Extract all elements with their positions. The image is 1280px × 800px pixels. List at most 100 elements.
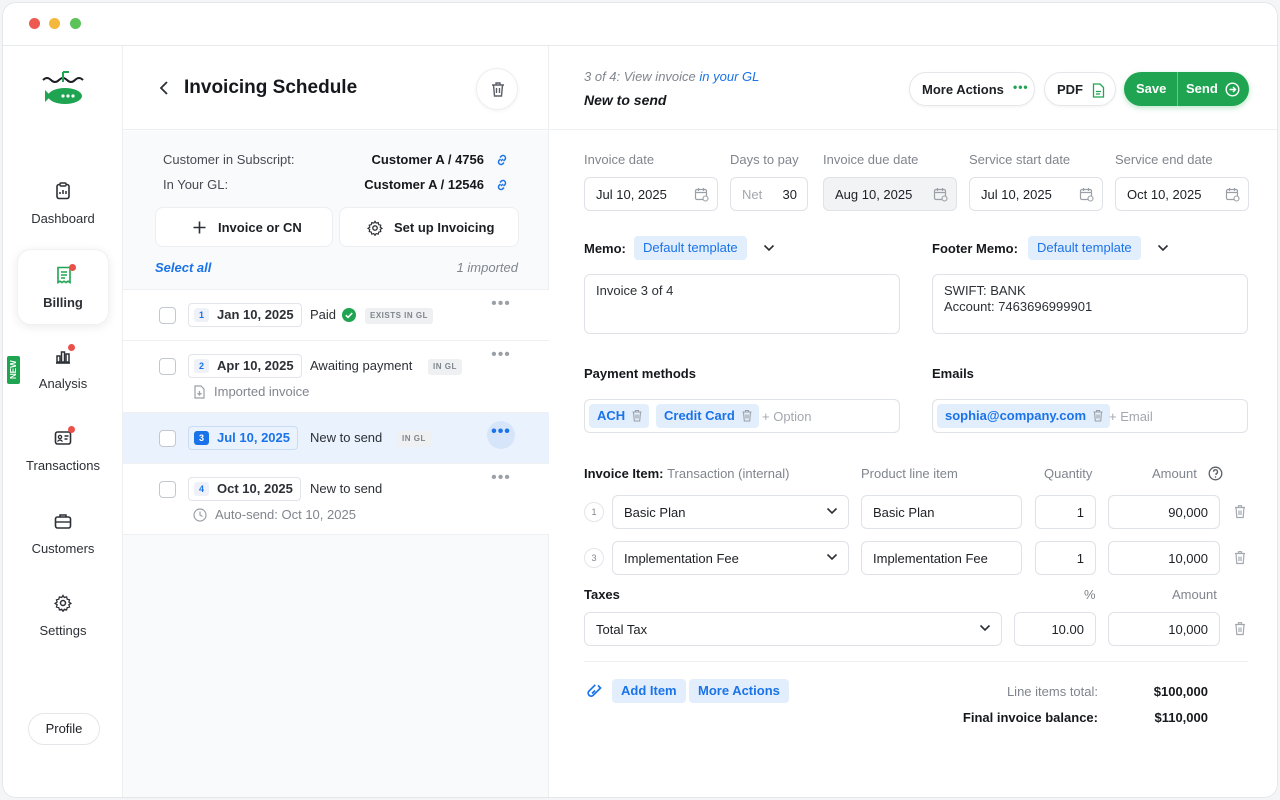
row-more-button[interactable]: ••• bbox=[487, 347, 515, 375]
invoice-date-chip: 1 Jan 10, 2025 bbox=[188, 303, 302, 327]
imported-count: 1 imported bbox=[456, 260, 518, 275]
close-window-button[interactable] bbox=[29, 18, 40, 29]
more-actions-label: More Actions bbox=[922, 82, 1004, 97]
row-checkbox[interactable] bbox=[159, 430, 176, 447]
memo-textarea[interactable]: Invoice 3 of 4 bbox=[584, 274, 900, 334]
emails-field[interactable]: sophia@company.com + Email bbox=[932, 399, 1248, 433]
sidebar-item-transactions[interactable]: Transactions bbox=[17, 413, 109, 489]
chevron-left-icon[interactable] bbox=[159, 80, 169, 96]
amount-input[interactable]: 10,000 bbox=[1108, 541, 1220, 575]
chevron-down-icon[interactable] bbox=[1157, 244, 1169, 252]
email-tag: sophia@company.com bbox=[937, 404, 1111, 428]
add-invoice-label: Invoice or CN bbox=[218, 220, 302, 235]
line-items-total-label: Line items total: bbox=[1006, 684, 1098, 699]
row-status: Paid bbox=[310, 307, 337, 322]
row-date: Jul 10, 2025 bbox=[217, 430, 290, 445]
notification-dot bbox=[68, 426, 75, 433]
delete-schedule-button[interactable] bbox=[476, 68, 518, 110]
trash-icon[interactable] bbox=[1233, 504, 1247, 519]
sidebar-item-billing[interactable]: Billing bbox=[17, 249, 109, 325]
tax-select[interactable]: Total Tax bbox=[584, 612, 1002, 646]
view-in-gl-link[interactable]: in your GL bbox=[699, 69, 759, 84]
sidebar-item-label: Analysis bbox=[38, 376, 88, 391]
row-more-button[interactable]: ••• bbox=[487, 470, 515, 498]
invoice-row-3[interactable]: 3 Jul 10, 2025 New to send IN GL ••• bbox=[123, 412, 549, 463]
pdf-button[interactable]: PDF bbox=[1044, 72, 1116, 106]
paperclip-edit-icon[interactable] bbox=[586, 682, 604, 700]
setup-invoicing-button[interactable]: Set up Invoicing bbox=[339, 207, 519, 247]
add-email-placeholder[interactable]: + Email bbox=[1109, 409, 1153, 424]
sidebar-item-dashboard[interactable]: Dashboard bbox=[17, 166, 109, 242]
chevron-down-icon bbox=[979, 624, 991, 632]
row-status: New to send bbox=[310, 430, 383, 445]
trash-icon[interactable] bbox=[741, 409, 753, 422]
invoice-row-2[interactable]: 2 Apr 10, 2025 Awaiting payment IN GL •••… bbox=[123, 340, 549, 412]
help-circle-icon[interactable] bbox=[1208, 466, 1223, 481]
tax-name-value: Total Tax bbox=[596, 622, 648, 637]
step-prefix: 3 of 4: View invoice bbox=[584, 69, 696, 84]
row-checkbox[interactable] bbox=[159, 307, 176, 324]
row-more-button[interactable]: ••• bbox=[487, 421, 515, 449]
row-status: New to send bbox=[310, 481, 383, 496]
product-line-input[interactable]: Basic Plan bbox=[861, 495, 1022, 529]
quantity-value: 1 bbox=[1076, 551, 1084, 566]
amount-input[interactable]: 90,000 bbox=[1108, 495, 1220, 529]
service-end-field[interactable]: Oct 10, 2025 bbox=[1115, 177, 1249, 211]
add-invoice-button[interactable]: Invoice or CN bbox=[155, 207, 333, 247]
invoice-row-4[interactable]: 4 Oct 10, 2025 New to send ••• Auto-send:… bbox=[123, 463, 549, 535]
sidebar-item-analysis[interactable]: Analysis bbox=[17, 331, 109, 407]
link-icon[interactable] bbox=[495, 178, 509, 192]
row-date: Jan 10, 2025 bbox=[217, 307, 294, 322]
save-send-button-group: Save Send bbox=[1124, 72, 1249, 106]
link-icon[interactable] bbox=[495, 153, 509, 167]
row-checkbox[interactable] bbox=[159, 358, 176, 375]
payment-methods-field[interactable]: ACH Credit Card + Option bbox=[584, 399, 900, 433]
transaction-select[interactable]: Implementation Fee bbox=[612, 541, 849, 575]
row-subtext: Auto-send: Oct 10, 2025 bbox=[193, 507, 356, 522]
days-to-pay-field[interactable]: Net 30 bbox=[730, 177, 808, 211]
more-actions-button[interactable]: More Actions ••• bbox=[909, 72, 1035, 106]
more-actions-footer-button[interactable]: More Actions bbox=[689, 679, 789, 703]
invoice-row-1[interactable]: 1 Jan 10, 2025 Paid EXISTS IN GL ••• bbox=[123, 289, 549, 340]
schedule-body: Customer in Subscript: Customer A / 4756… bbox=[123, 131, 549, 797]
chevron-down-icon[interactable] bbox=[763, 244, 775, 252]
service-end-value: Oct 10, 2025 bbox=[1127, 187, 1202, 202]
trash-icon[interactable] bbox=[631, 409, 643, 422]
customer-subscript-label: Customer in Subscript: bbox=[163, 152, 295, 167]
footer-template-selector[interactable]: Default template bbox=[1028, 236, 1141, 260]
tax-amount-input[interactable]: 10,000 bbox=[1108, 612, 1220, 646]
product-line-input[interactable]: Implementation Fee bbox=[861, 541, 1022, 575]
profile-button[interactable]: Profile bbox=[28, 713, 100, 745]
save-button[interactable]: Save bbox=[1136, 81, 1166, 96]
sidebar-item-customers[interactable]: Customers bbox=[17, 496, 109, 572]
taxes-label: Taxes bbox=[584, 587, 620, 602]
trash-icon[interactable] bbox=[1233, 550, 1247, 565]
transaction-select[interactable]: Basic Plan bbox=[612, 495, 849, 529]
add-item-button[interactable]: Add Item bbox=[612, 679, 686, 703]
customer-subscript-value: Customer A / 4756 bbox=[371, 152, 484, 167]
invoice-date-field[interactable]: Jul 10, 2025 bbox=[584, 177, 718, 211]
send-button[interactable]: Send bbox=[1186, 81, 1218, 96]
quantity-input[interactable]: 1 bbox=[1035, 495, 1096, 529]
sidebar-item-settings[interactable]: Settings bbox=[17, 578, 109, 654]
select-all-link[interactable]: Select all bbox=[155, 260, 211, 275]
trash-icon[interactable] bbox=[1233, 621, 1247, 636]
row-more-button[interactable]: ••• bbox=[487, 296, 515, 324]
sidebar-item-label: Dashboard bbox=[31, 211, 95, 226]
memo-template-selector[interactable]: Default template bbox=[634, 236, 747, 260]
page-title: Invoicing Schedule bbox=[184, 77, 358, 98]
service-start-field[interactable]: Jul 10, 2025 bbox=[969, 177, 1103, 211]
gear-icon bbox=[367, 220, 383, 236]
notification-dot bbox=[68, 344, 75, 351]
trash-icon[interactable] bbox=[1092, 409, 1104, 422]
clipboard-icon bbox=[56, 182, 70, 200]
due-date-field: Aug 10, 2025 bbox=[823, 177, 957, 211]
maximize-window-button[interactable] bbox=[70, 18, 81, 29]
footer-memo-textarea[interactable]: SWIFT: BANK Account: 7463696999901 bbox=[932, 274, 1248, 334]
tax-percent-input[interactable]: 10.00 bbox=[1014, 612, 1096, 646]
quantity-input[interactable]: 1 bbox=[1035, 541, 1096, 575]
product-value: Basic Plan bbox=[873, 505, 935, 520]
add-option-placeholder[interactable]: + Option bbox=[762, 409, 812, 424]
minimize-window-button[interactable] bbox=[49, 18, 60, 29]
row-checkbox[interactable] bbox=[159, 481, 176, 498]
